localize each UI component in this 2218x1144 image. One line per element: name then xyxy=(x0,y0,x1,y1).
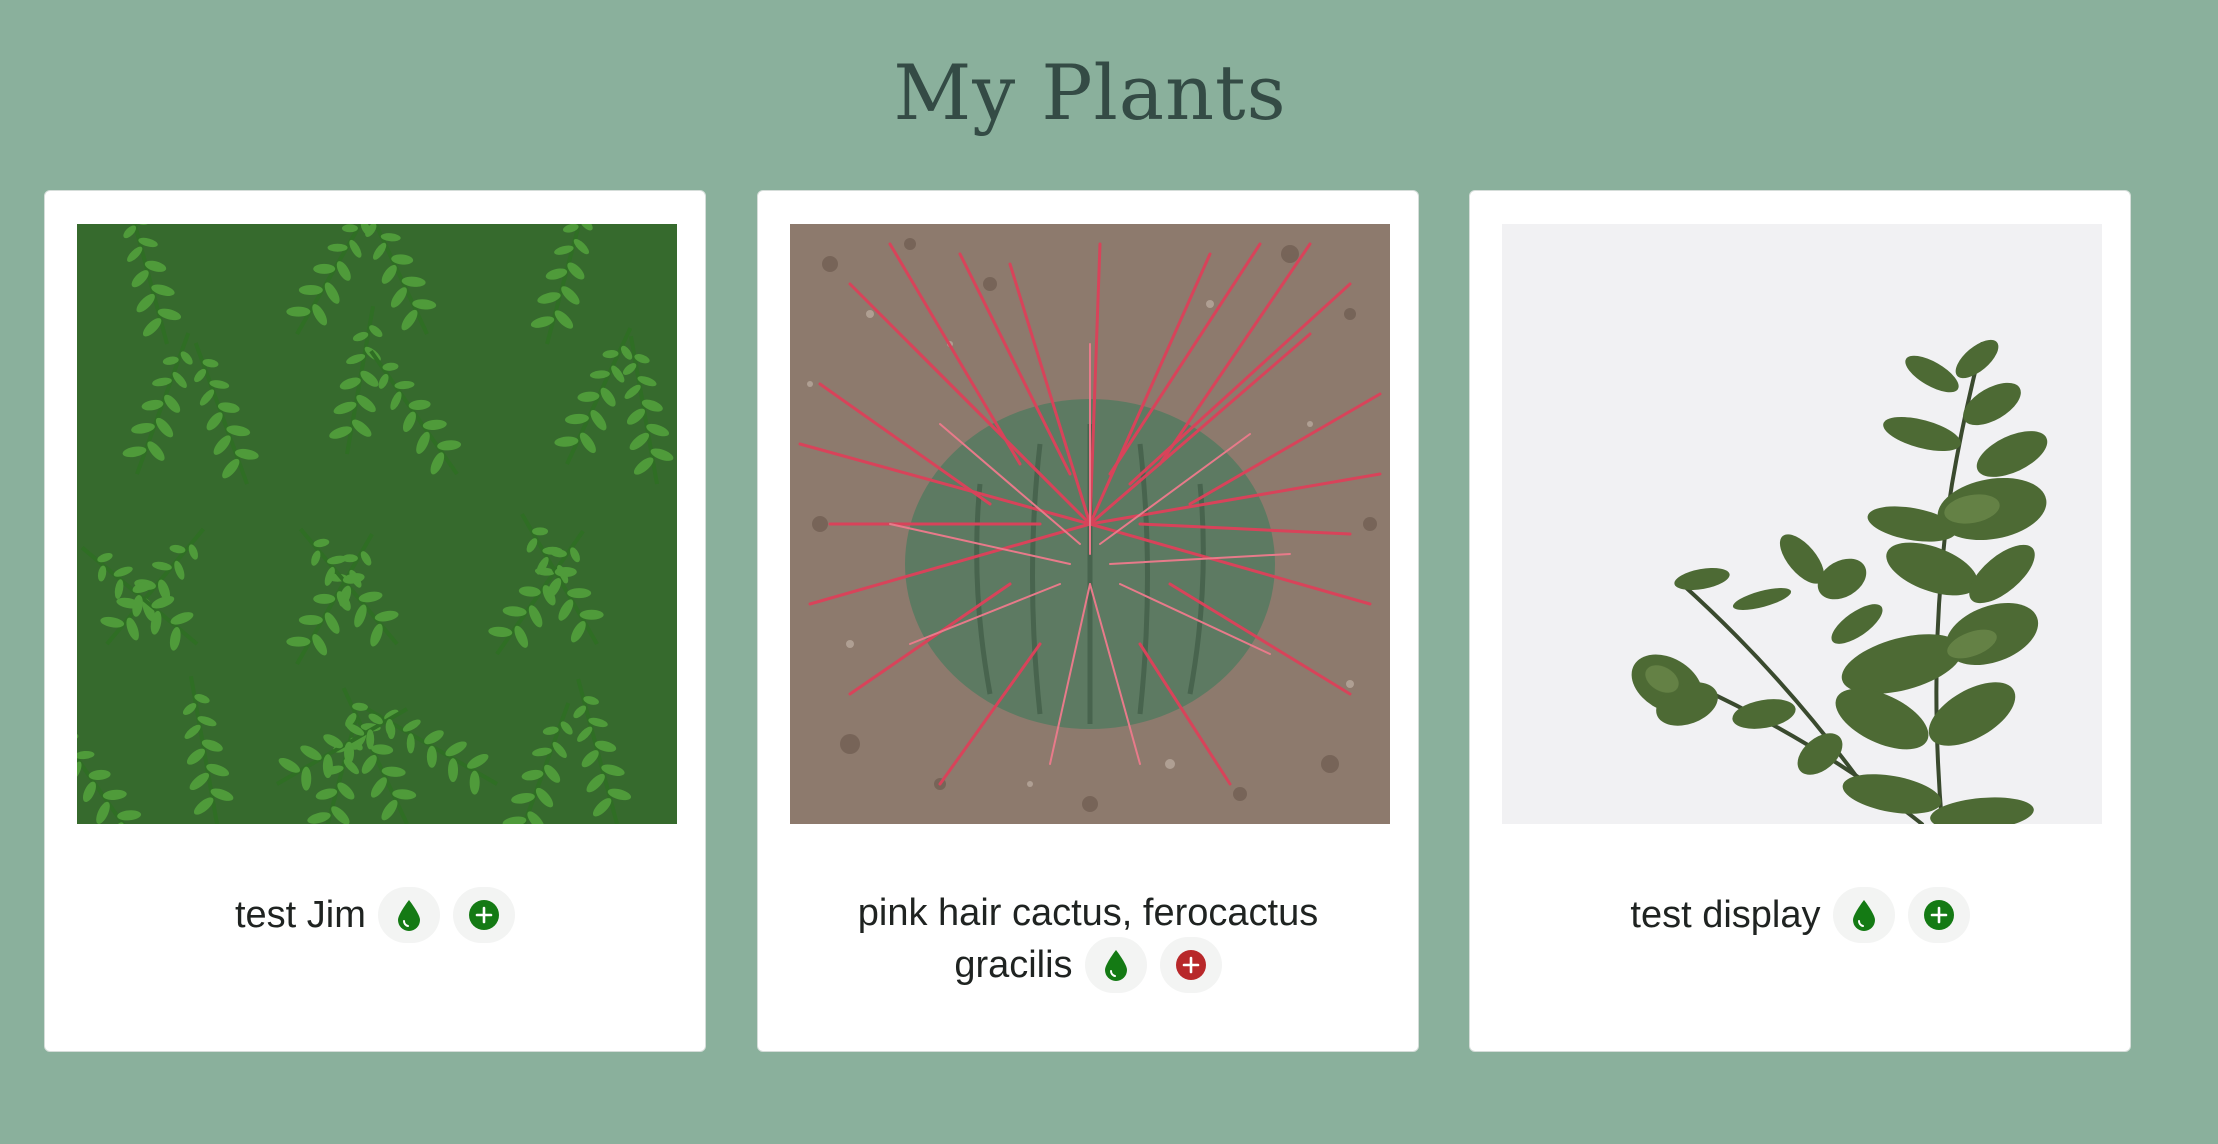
water-button[interactable] xyxy=(1085,936,1148,993)
plus-circle-icon xyxy=(1175,949,1206,980)
add-button[interactable] xyxy=(1907,887,1970,943)
water-drop-icon xyxy=(1105,949,1128,981)
plant-caption: test display xyxy=(1510,887,2090,943)
plant-caption: test Jim xyxy=(85,887,665,943)
plant-card: pink hair cactus, ferocactus gracilis xyxy=(757,190,1419,1052)
plant-name: test display xyxy=(1630,894,1821,936)
water-drop-icon xyxy=(398,900,421,931)
plus-circle-icon xyxy=(1923,900,1954,930)
water-button[interactable] xyxy=(1833,887,1896,943)
add-button[interactable] xyxy=(1159,936,1222,993)
plant-caption: pink hair cactus, ferocactus gracilis xyxy=(798,887,1378,993)
water-button[interactable] xyxy=(378,887,441,943)
page-title: My Plants xyxy=(893,48,1287,137)
plant-photo-cactus[interactable] xyxy=(790,224,1390,824)
plus-circle-icon xyxy=(469,900,500,930)
plant-photo-eucalyptus[interactable] xyxy=(1502,224,2102,824)
plant-card: test display xyxy=(1469,190,2131,1052)
plant-card: test Jim xyxy=(44,190,706,1052)
add-button[interactable] xyxy=(453,887,516,943)
water-drop-icon xyxy=(1853,900,1876,931)
plant-name: test Jim xyxy=(234,894,366,936)
plant-photo-fern[interactable] xyxy=(77,224,677,824)
